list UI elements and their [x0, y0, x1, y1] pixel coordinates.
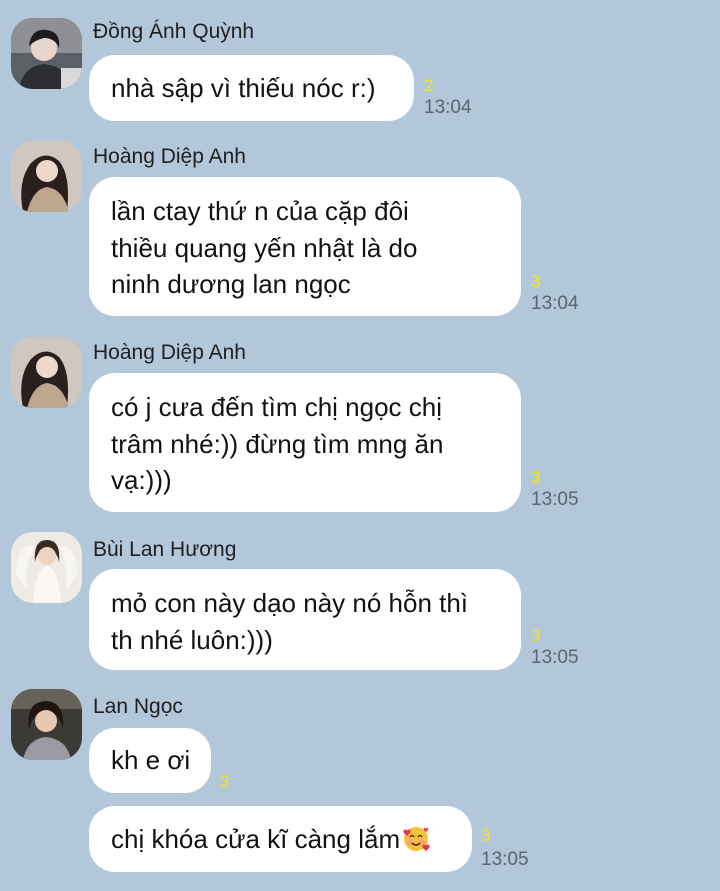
avatar[interactable] — [11, 337, 82, 408]
message-text: kh e ơi — [111, 745, 191, 775]
sender-name: Đồng Ánh Quỳnh — [93, 20, 255, 43]
unread-count: 3 — [531, 626, 541, 645]
message-text-line: có j cưa đến tìm chị ngọc chị — [111, 392, 443, 422]
unread-count: 3 — [531, 272, 541, 291]
unread-count: 3 — [531, 468, 541, 487]
message-text-line: th nhé luôn:))) — [111, 624, 273, 655]
avatar-image — [11, 337, 82, 408]
avatar-image — [11, 689, 82, 760]
smiling-face-with-hearts-emoji — [403, 827, 430, 851]
message-bubble[interactable]: lần ctay thứ n của cặp đôi thiều quang y… — [89, 177, 521, 316]
message-text: chị khóa cửa kĩ càng lắm — [111, 821, 450, 858]
message-text-line: trâm nhé:)) đừng tìm mng ăn — [111, 428, 444, 459]
timestamp: 13:04 — [531, 293, 579, 314]
unread-count: 3 — [220, 772, 230, 791]
avatar[interactable] — [11, 532, 82, 603]
timestamp: 13:05 — [531, 489, 579, 510]
avatar-image — [11, 18, 82, 89]
unread-count: 2 — [424, 76, 434, 95]
avatar[interactable] — [11, 18, 82, 89]
message-text-line: mỏ con này dạo này nó hỗn thì — [111, 588, 469, 618]
message-bubble[interactable]: kh e ơi — [89, 728, 211, 793]
message-bubble[interactable]: mỏ con này dạo này nó hỗn thì th nhé luô… — [89, 569, 521, 670]
message-text-line: thiều quang yến nhật là do — [111, 232, 418, 263]
message-text-line: lần ctay thứ n của cặp đôi — [111, 196, 409, 226]
timestamp: 13:05 — [531, 647, 579, 668]
sender-name: Bùi Lan Hương — [93, 538, 237, 561]
message-bubble[interactable]: có j cưa đến tìm chị ngọc chị trâm nhé:)… — [89, 373, 521, 512]
message-text-content: chị khóa cửa kĩ càng lắm — [111, 824, 401, 854]
message-text-line: vạ:))) — [111, 465, 172, 495]
message-text: nhà sập vì thiếu nóc r:) — [111, 73, 376, 103]
avatar-image — [11, 532, 82, 603]
avatar[interactable] — [11, 689, 82, 760]
message-bubble[interactable]: chị khóa cửa kĩ càng lắm — [89, 806, 472, 872]
message-text-line: ninh dương lan ngọc — [111, 269, 351, 299]
sender-name: Hoàng Diệp Anh — [93, 145, 246, 168]
sender-name: Hoàng Diệp Anh — [93, 341, 246, 364]
avatar[interactable] — [11, 141, 82, 212]
sender-name: Lan Ngọc — [93, 695, 183, 718]
timestamp: 13:04 — [424, 97, 472, 118]
timestamp: 13:05 — [481, 849, 529, 870]
message-bubble[interactable]: nhà sập vì thiếu nóc r:) — [89, 55, 414, 121]
avatar-image — [11, 141, 82, 212]
unread-count: 3 — [481, 826, 491, 845]
